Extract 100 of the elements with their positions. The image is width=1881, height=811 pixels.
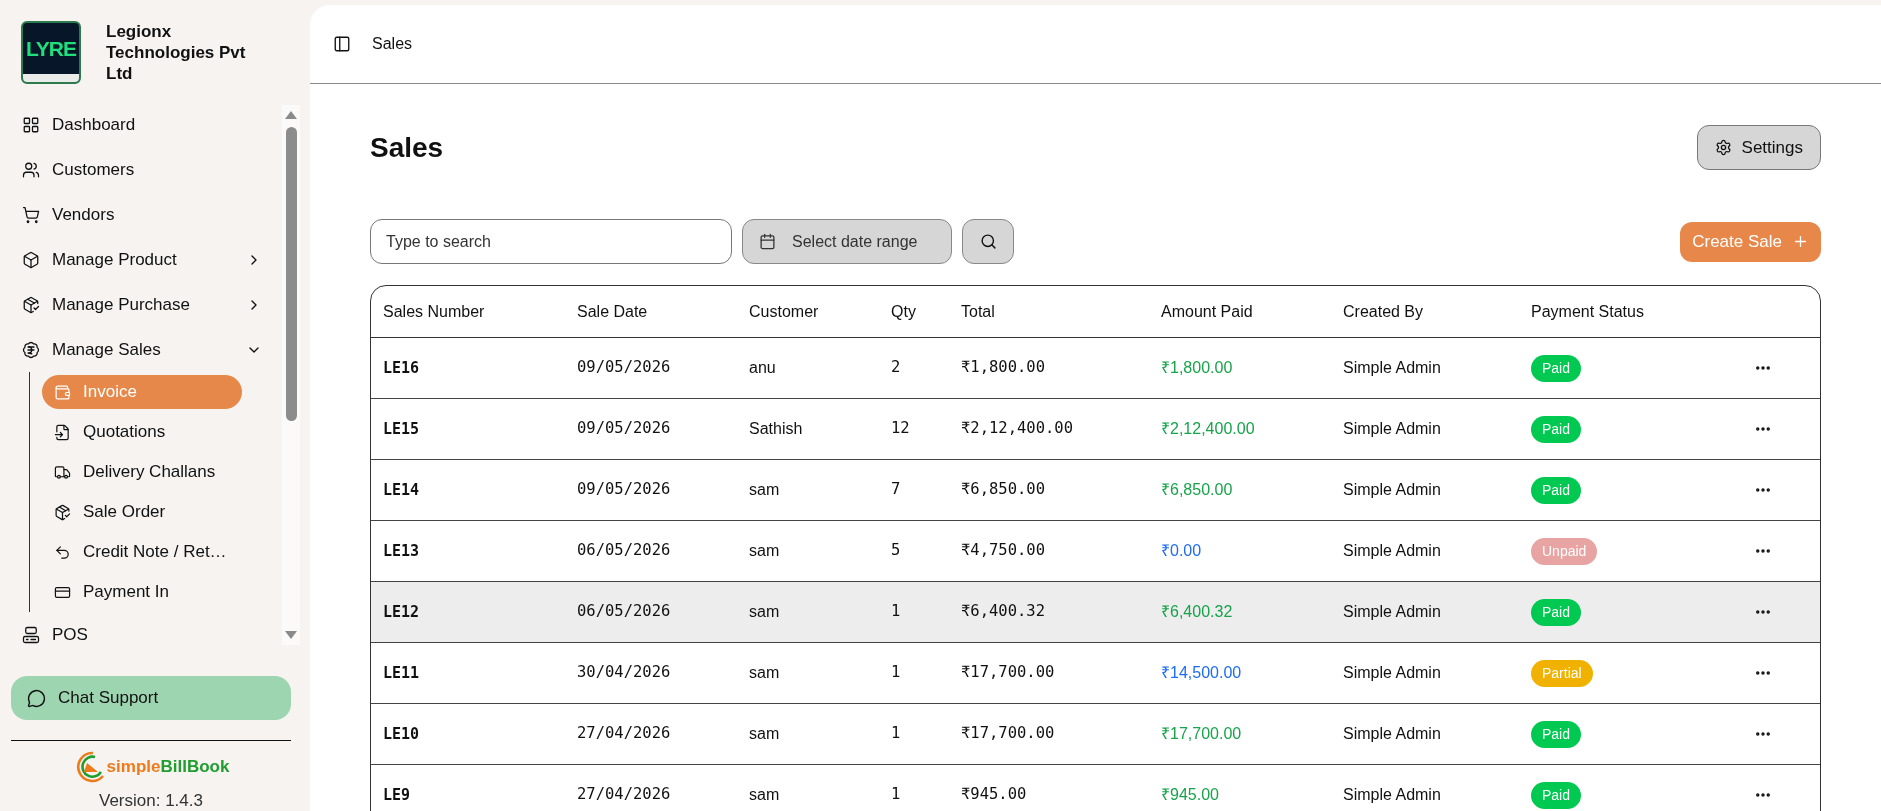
return-arrow-icon xyxy=(54,543,71,561)
cart-icon xyxy=(22,205,40,224)
table-cell-text: 27/04/2026 xyxy=(577,723,671,745)
sidebar-item[interactable]: Vendors xyxy=(0,192,282,237)
table-cell-text: 27/04/2026 xyxy=(577,784,671,806)
table-cell-text: ₹2,12,400.00 xyxy=(1161,419,1255,439)
sidebar-subitem[interactable]: Credit Note / Ret… xyxy=(42,535,242,569)
search-button[interactable] xyxy=(962,219,1014,264)
table-cell-text: 06/05/2026 xyxy=(577,540,671,562)
version-text: Version: 1.4.3 xyxy=(98,791,204,811)
table-cell-text: LE14 xyxy=(383,479,420,501)
column-header: Qty xyxy=(891,301,916,322)
status-badge: Paid xyxy=(1531,415,1582,443)
status-badge: Unpaid xyxy=(1531,537,1598,565)
table-cell-text: Simple Admin xyxy=(1343,663,1441,683)
column-header: Sale Date xyxy=(577,301,648,322)
table-cell-text: ₹1,800.00 xyxy=(961,357,1045,379)
table-cell-text: 09/05/2026 xyxy=(577,418,671,440)
sidebar-item[interactable]: Dashboard xyxy=(0,102,282,147)
status-badge: Paid xyxy=(1531,354,1582,382)
table-cell-text: ₹945.00 xyxy=(961,784,1027,806)
table-cell-text: LE9 xyxy=(383,784,411,806)
file-arrow-icon xyxy=(54,423,71,441)
table-cell-text: Simple Admin xyxy=(1343,602,1441,622)
date-range-button[interactable]: Select date range xyxy=(742,219,952,264)
calendar-icon xyxy=(759,233,776,250)
sidebar-subitem[interactable]: Quotations xyxy=(42,415,242,449)
sidebar-subitem[interactable]: Payment In xyxy=(42,575,242,609)
table-cell-text: 1 xyxy=(891,784,901,806)
table-cell-text: LE12 xyxy=(383,601,420,623)
table-cell-text: 06/05/2026 xyxy=(577,601,671,623)
sidebar-item[interactable]: Manage Product xyxy=(0,237,282,282)
table-cell-text: 5 xyxy=(891,540,901,562)
package-check-icon xyxy=(54,503,71,521)
sidebar-item[interactable]: Customers xyxy=(0,147,282,192)
panel-left-icon[interactable] xyxy=(333,35,351,53)
table-cell-text: 12 xyxy=(891,418,910,440)
status-badge: Partial xyxy=(1531,659,1593,687)
table-cell-text: ₹0.00 xyxy=(1161,541,1202,561)
table-cell-text: 1 xyxy=(891,601,901,623)
column-header: Amount Paid xyxy=(1161,301,1253,322)
scroll-down-arrow-icon[interactable] xyxy=(285,631,297,639)
settings-icon xyxy=(1714,139,1732,156)
table-cell-text: ₹14,500.00 xyxy=(1161,663,1242,683)
table-cell-text: 1 xyxy=(891,662,901,684)
scrollbar-thumb[interactable] xyxy=(285,127,297,421)
sidebar-subitem[interactable]: Delivery Challans xyxy=(42,455,242,489)
sidebar-item[interactable]: Manage Sales xyxy=(0,327,282,372)
chat-support-button[interactable]: Chat Support xyxy=(11,676,291,720)
table-cell-text: sam xyxy=(749,724,780,744)
column-header: Created By xyxy=(1343,301,1424,322)
table-cell-text: LE13 xyxy=(383,540,420,562)
table-cell-text: anu xyxy=(749,358,776,378)
table-cell-text: sam xyxy=(749,480,780,500)
column-header: Total xyxy=(961,301,995,322)
table-cell-text: Simple Admin xyxy=(1343,724,1441,744)
table-cell-text: Simple Admin xyxy=(1343,480,1441,500)
scroll-up-arrow-icon[interactable] xyxy=(285,111,297,119)
table-cell-text: ₹2,12,400.00 xyxy=(961,418,1073,440)
brand-name: simpleBillBook xyxy=(106,755,230,778)
table-cell-text: LE10 xyxy=(383,723,420,745)
table-cell-text: 1 xyxy=(891,723,901,745)
table-cell-text: Simple Admin xyxy=(1343,541,1441,561)
table-cell-text: 09/05/2026 xyxy=(577,479,671,501)
company-logo: LYRE xyxy=(21,21,81,84)
box-icon xyxy=(22,250,40,269)
column-header: Sales Number xyxy=(383,301,485,322)
sidebar-item[interactable]: POS xyxy=(0,612,282,657)
status-badge: Paid xyxy=(1531,476,1582,504)
table-cell-text: 09/05/2026 xyxy=(577,357,671,379)
column-header: Payment Status xyxy=(1531,301,1644,322)
sidebar-subitem[interactable]: Sale Order xyxy=(42,495,242,529)
table-cell-text: sam xyxy=(749,663,780,683)
table-cell-text: LE16 xyxy=(383,357,420,379)
sidebar-item[interactable]: Manage Purchase xyxy=(0,282,282,327)
status-badge: Paid xyxy=(1531,598,1582,626)
table-cell-text: ₹6,850.00 xyxy=(961,479,1045,501)
table-cell-text: ₹17,700.00 xyxy=(1161,724,1242,744)
company-name: Legionx Technologies Pvt Ltd xyxy=(106,21,247,84)
table-cell-text: sam xyxy=(749,602,780,622)
table-cell-text: LE11 xyxy=(383,662,420,684)
table-cell-text: ₹6,850.00 xyxy=(1161,480,1233,500)
table-cell-text: ₹4,750.00 xyxy=(961,540,1045,562)
plus-icon xyxy=(1792,233,1809,250)
table-cell-text: ₹6,400.32 xyxy=(961,601,1045,623)
users-icon xyxy=(22,160,40,179)
table-cell-text: Simple Admin xyxy=(1343,419,1441,439)
search-icon xyxy=(979,233,997,250)
settings-button[interactable]: Settings xyxy=(1696,125,1821,170)
table-cell-text: 2 xyxy=(891,357,901,379)
status-badge: Paid xyxy=(1531,781,1582,809)
table-cell-text: ₹17,700.00 xyxy=(961,723,1055,745)
page-title: Sales xyxy=(370,130,444,165)
status-badge: Paid xyxy=(1531,720,1582,748)
search-field[interactable]: Type to search xyxy=(370,219,732,264)
package-check-icon xyxy=(22,295,40,314)
table-cell-text: Simple Admin xyxy=(1343,358,1441,378)
table-cell-text: ₹6,400.32 xyxy=(1161,602,1233,622)
grid-icon xyxy=(22,115,40,134)
table-cell-text: ₹945.00 xyxy=(1161,785,1219,805)
